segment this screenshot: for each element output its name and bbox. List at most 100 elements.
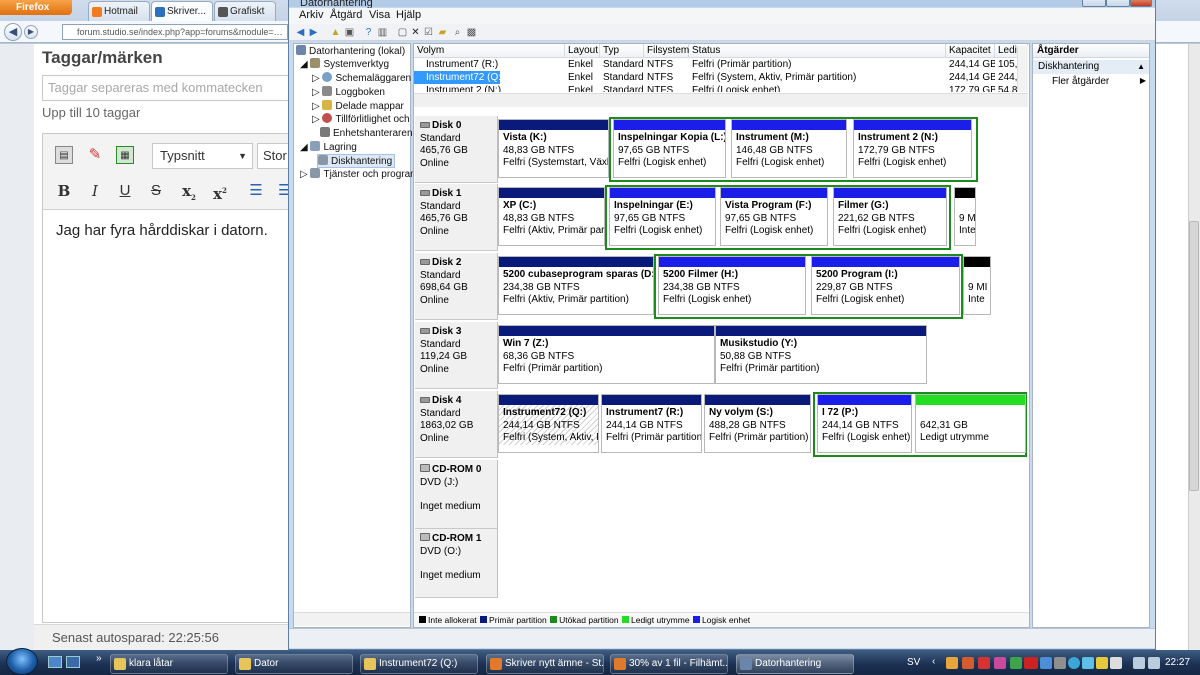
folder-up-icon[interactable]: ▲ xyxy=(330,27,341,38)
clock[interactable]: 22:27 xyxy=(1165,657,1190,668)
checklist-icon[interactable]: ☑ xyxy=(423,27,434,38)
bold-button[interactable]: B xyxy=(55,182,73,200)
volume-block[interactable]: 9 M Inte xyxy=(954,187,976,246)
delete-icon[interactable]: ✕ xyxy=(410,27,421,38)
taskbar-button[interactable]: klara låtar xyxy=(110,654,228,674)
switch-windows-icon[interactable] xyxy=(66,656,80,668)
taskbar-button[interactable]: Instrument72 (Q:) xyxy=(360,654,478,674)
volume-cell[interactable]: Felfri (Logisk enhet) xyxy=(689,84,946,92)
volume-cell[interactable]: 172,79 GB xyxy=(946,84,995,92)
font-select[interactable]: Typsnitt ▼ xyxy=(152,143,253,169)
tray-icon[interactable] xyxy=(1010,657,1022,669)
volume-list-scrollbar[interactable] xyxy=(414,93,1028,107)
volume-icon[interactable] xyxy=(1148,657,1160,669)
volume-block[interactable]: 5200 Program (I:) 229,87 GB NTFS Felfri (L… xyxy=(811,256,960,315)
tray-icon[interactable] xyxy=(946,657,958,669)
tree-loggboken[interactable]: ▷ Loggboken xyxy=(312,86,385,98)
tray-icon[interactable] xyxy=(1096,657,1108,669)
tab-hotmail[interactable]: Hotmail ... xyxy=(88,1,150,36)
tags-input[interactable]: Taggar separeras med kommatecken xyxy=(42,75,294,101)
disk-label[interactable]: Disk 1 Standard 465,76 GB Online xyxy=(415,184,498,251)
column-header[interactable]: Typ xyxy=(600,44,644,58)
volume-block[interactable]: Filmer (G:) 221,62 GB NTFS Felfri (Logisk … xyxy=(833,187,947,246)
console-icon[interactable]: ▣ xyxy=(344,27,355,38)
tray-expand-icon[interactable]: ‹ xyxy=(932,656,935,667)
volume-block[interactable]: Instrument 2 (N:) 172,79 GB NTFS Felfri (L… xyxy=(853,119,972,178)
subscript-button[interactable]: x2 xyxy=(180,182,198,202)
editor-text[interactable]: Jag har fyra hårddiskar i datorn. xyxy=(56,222,268,239)
table-icon[interactable]: ▦ xyxy=(116,146,134,164)
taskbar-button[interactable]: Datorhantering xyxy=(736,654,854,674)
forward-icon[interactable]: ▶ xyxy=(308,27,319,38)
language-indicator[interactable]: SV xyxy=(907,657,920,668)
italic-button[interactable]: I xyxy=(86,182,104,200)
eraser-icon[interactable]: ✎ xyxy=(86,146,104,164)
url-input[interactable]: forum.studio.se/index.php?app=forums&mod… xyxy=(62,24,288,40)
firefox-menu-button[interactable]: Firefox xyxy=(0,0,72,15)
volume-cell[interactable]: 105, xyxy=(995,58,1017,71)
show-desktop-icon[interactable] xyxy=(48,656,62,668)
tray-icon[interactable] xyxy=(978,657,990,669)
volume-block[interactable]: XP (C:) 48,83 GB NTFS Felfri (Aktiv, Primä… xyxy=(498,187,605,246)
column-header[interactable]: Status xyxy=(689,44,946,58)
tray-icon[interactable] xyxy=(1040,657,1052,669)
superscript-button[interactable]: x2 xyxy=(211,182,229,203)
volume-cell[interactable]: 244, xyxy=(995,71,1017,84)
volume-cell[interactable]: 244,14 GB xyxy=(946,71,995,84)
taskbar-button[interactable]: 30% av 1 fil - Filhämt... xyxy=(610,654,728,674)
tray-icon[interactable] xyxy=(1110,657,1122,669)
volume-block[interactable]: Inspelningar (E:) 97,65 GB NTFS Felfri (Lo… xyxy=(609,187,716,246)
more-actions[interactable]: Fler åtgärder ▶ xyxy=(1052,76,1148,87)
column-header[interactable]: Volym xyxy=(414,44,565,58)
volume-block[interactable]: Instrument7 (R:) 244,14 GB NTFS Felfri (Pr… xyxy=(601,394,702,453)
column-header[interactable]: Kapacitet xyxy=(946,44,995,58)
volume-cell[interactable]: Standard xyxy=(600,71,644,84)
volume-cell[interactable]: NTFS xyxy=(644,84,689,92)
settings-icon[interactable]: ▩ xyxy=(466,27,477,38)
menu-visa[interactable]: Visa xyxy=(369,9,390,21)
network-icon[interactable] xyxy=(1133,657,1145,669)
view-icon[interactable]: ▥ xyxy=(377,27,388,38)
cdrom-label[interactable]: CD-ROM 1 DVD (O:) Inget medium xyxy=(415,529,498,598)
volume-block[interactable]: Vista Program (F:) 97,65 GB NTFS Felfri (L… xyxy=(720,187,828,246)
volume-block[interactable]: Vista (K:) 48,83 GB NTFS Felfri (Systemsta… xyxy=(498,119,609,178)
menu-hjalp[interactable]: Hjälp xyxy=(396,9,421,21)
quicklaunch-more-icon[interactable]: » xyxy=(96,653,102,664)
volume-cell[interactable]: 244,14 GB xyxy=(946,58,995,71)
volume-block[interactable]: I 72 (P:) 244,14 GB NTFS Felfri (Logisk en… xyxy=(817,394,912,453)
disk-label[interactable]: Disk 3 Standard 119,24 GB Online xyxy=(415,322,498,389)
disk-label[interactable]: Disk 4 Standard 1863,02 GB Online xyxy=(415,391,498,458)
volume-block[interactable]: 642,31 GB Ledigt utrymme xyxy=(915,394,1026,453)
volume-cell[interactable]: Enkel xyxy=(565,71,600,84)
help-icon[interactable]: ? xyxy=(363,27,374,38)
volume-block[interactable]: Win 7 (Z:) 68,36 GB NTFS Felfri (Primär pa… xyxy=(498,325,715,384)
volume-cell[interactable]: Instrument 2 (N:) xyxy=(414,84,565,92)
tray-icon[interactable] xyxy=(994,657,1006,669)
taskbar-button[interactable]: Dator xyxy=(235,654,353,674)
tray-icon[interactable] xyxy=(962,657,974,669)
volume-cell[interactable]: Felfri (Primär partition) xyxy=(689,58,946,71)
taskbar-button[interactable]: Skriver nytt ämne - St... xyxy=(486,654,604,674)
volume-cell[interactable]: Felfri (System, Aktiv, Primär partition) xyxy=(689,71,946,84)
tree-delade-mappar[interactable]: ▷ Delade mappar xyxy=(312,100,404,112)
tab-grafiskt[interactable]: Grafiskt F... xyxy=(214,1,276,36)
underline-button[interactable]: U xyxy=(116,182,134,200)
minimize-button[interactable] xyxy=(1082,0,1106,7)
tray-icon[interactable] xyxy=(1054,657,1066,669)
tree-tillforlitlighet[interactable]: ▷ Tillförlitlighet och xyxy=(312,113,410,125)
tree-systemverktyg[interactable]: ◢ Systemverktyg xyxy=(300,58,389,70)
maximize-button[interactable] xyxy=(1106,0,1130,7)
volume-cell[interactable]: Enkel xyxy=(565,58,600,71)
tree-diskhantering[interactable]: Diskhantering xyxy=(317,154,396,168)
tree-tjanster[interactable]: ▷ Tjänster och program xyxy=(300,168,419,180)
tray-icon[interactable] xyxy=(1068,657,1080,669)
tree-scrollbar[interactable] xyxy=(294,612,410,626)
volume-cell[interactable]: Instrument72 (Q:) xyxy=(414,71,500,84)
open-folder-icon[interactable]: ▰ xyxy=(437,27,448,38)
tree-lagring[interactable]: ◢ Lagring xyxy=(300,141,357,153)
volume-cell[interactable]: Standard xyxy=(600,84,644,92)
properties-icon[interactable]: ▢ xyxy=(397,27,408,38)
menu-arkiv[interactable]: Arkiv xyxy=(299,9,323,21)
start-button[interactable] xyxy=(6,648,38,675)
volume-block[interactable]: Musikstudio (Y:) 50,88 GB NTFS Felfri (Pri… xyxy=(715,325,927,384)
